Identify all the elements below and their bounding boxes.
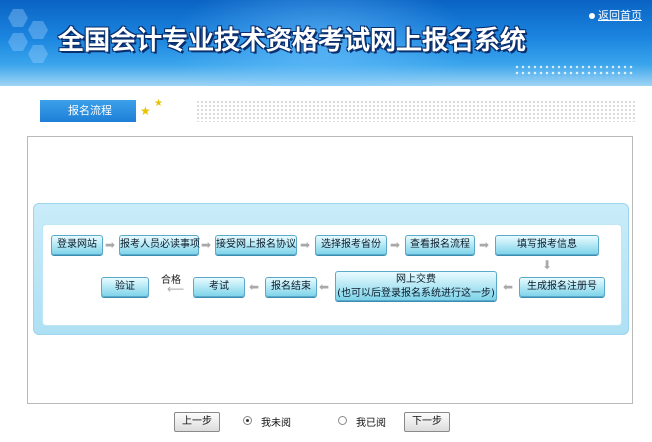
home-link-label: 返回首页 bbox=[598, 9, 642, 22]
flow-step-view-process: 查看报名流程 bbox=[405, 235, 475, 255]
breadcrumb: 报名流程 ★ ★ bbox=[40, 98, 636, 122]
next-button[interactable]: 下一步 bbox=[404, 412, 450, 432]
arrow-left-icon: ⬅ bbox=[249, 280, 260, 294]
flow-step-must-read: 报考人员必读事项 bbox=[119, 235, 200, 255]
arrow-right-icon: ➡ bbox=[479, 238, 490, 252]
content-box: 登录网站 ➡ 报考人员必读事项 ➡ 接受网上报名协议 ➡ 选择报考省份 ➡ 查看… bbox=[27, 136, 633, 404]
header-banner: 全国会计专业技术资格考试网上报名系统 返回首页 bbox=[0, 0, 652, 86]
star-icon: ★ bbox=[140, 104, 151, 118]
bullet-icon bbox=[589, 13, 595, 19]
arrow-right-icon: ➡ bbox=[300, 238, 311, 252]
arrow-right-icon: ➡ bbox=[105, 238, 116, 252]
arrow-down-icon: ⬇ bbox=[542, 258, 553, 272]
prev-button[interactable]: 上一步 bbox=[174, 412, 220, 432]
banner-hex-decoration bbox=[28, 45, 48, 63]
arrow-left-icon: ⬅ bbox=[503, 280, 514, 294]
flow-step-payment: 网上交费 (也可以后登录报名系统进行这一步) bbox=[335, 271, 497, 301]
flow-step-register-number: 生成报名注册号 bbox=[519, 277, 605, 297]
flow-panel: 登录网站 ➡ 报考人员必读事项 ➡ 接受网上报名协议 ➡ 选择报考省份 ➡ 查看… bbox=[33, 203, 629, 335]
arrow-left-icon: ⟵ bbox=[167, 282, 185, 296]
arrow-right-icon: ➡ bbox=[390, 238, 401, 252]
flow-diagram: 登录网站 ➡ 报考人员必读事项 ➡ 接受网上报名协议 ➡ 选择报考省份 ➡ 查看… bbox=[42, 224, 622, 326]
breadcrumb-dots-decoration bbox=[196, 100, 636, 122]
star-icon: ★ bbox=[154, 98, 163, 109]
banner-hex-decoration bbox=[8, 33, 28, 51]
radio-unread[interactable] bbox=[243, 416, 252, 425]
arrow-right-icon: ➡ bbox=[201, 238, 212, 252]
arrow-left-icon: ⬅ bbox=[319, 280, 330, 294]
flow-step-login: 登录网站 bbox=[51, 235, 103, 255]
banner-hex-decoration bbox=[28, 21, 48, 39]
page-title: 全国会计专业技术资格考试网上报名系统 bbox=[58, 26, 527, 56]
flow-step-province: 选择报考省份 bbox=[315, 235, 387, 255]
banner-dots-decoration bbox=[514, 64, 634, 78]
flow-step-payment-note: (也可以后登录报名系统进行这一步) bbox=[337, 288, 495, 299]
flow-step-verify: 验证 bbox=[101, 277, 149, 297]
flow-step-agreement: 接受网上报名协议 bbox=[215, 235, 297, 255]
flow-step-finish: 报名结束 bbox=[265, 277, 317, 297]
radio-read[interactable] bbox=[338, 416, 347, 425]
radio-unread-label: 我未阅 bbox=[261, 418, 291, 429]
footer-controls: 上一步 我未阅 我已阅 下一步 bbox=[0, 412, 652, 432]
banner-hex-decoration bbox=[8, 9, 28, 27]
home-link[interactable]: 返回首页 bbox=[589, 7, 642, 23]
flow-step-payment-label: 网上交费 bbox=[396, 274, 436, 285]
flow-step-fill-info: 填写报考信息 bbox=[495, 235, 599, 255]
breadcrumb-tab: 报名流程 bbox=[40, 100, 136, 122]
flow-step-exam: 考试 bbox=[193, 277, 245, 297]
radio-read-label: 我已阅 bbox=[356, 418, 386, 429]
